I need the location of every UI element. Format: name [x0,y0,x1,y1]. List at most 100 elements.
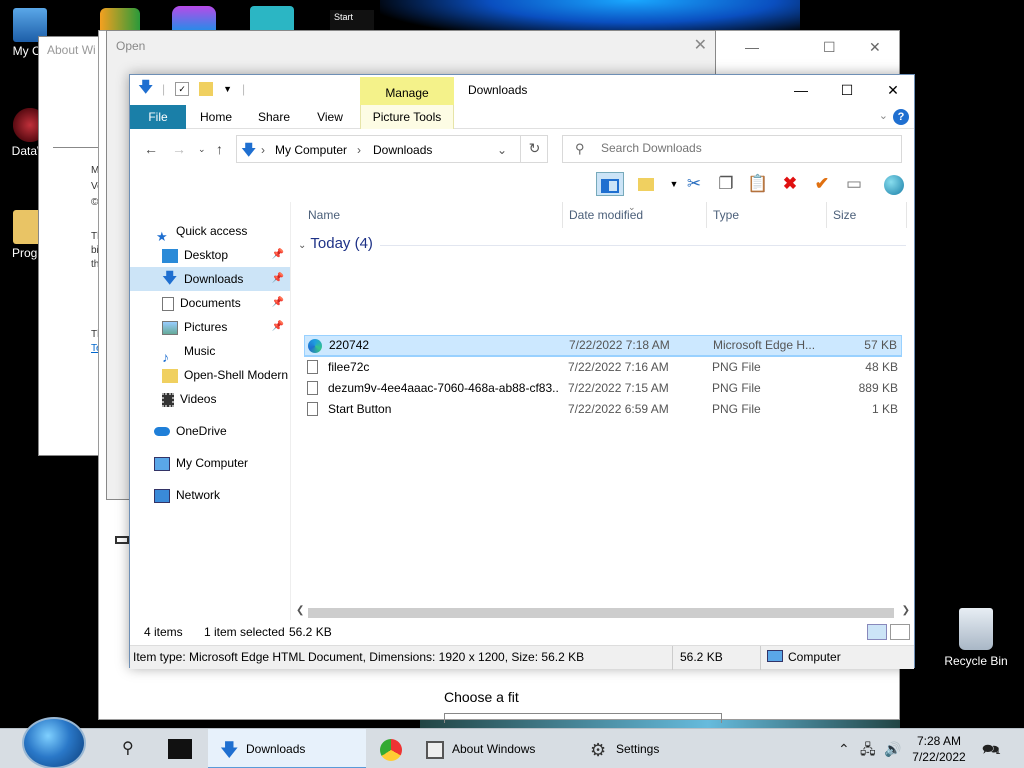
maximize-button[interactable]: ☐ [824,79,870,103]
nav-open-shell[interactable]: Open-Shell Modern [130,363,290,387]
notification-icon[interactable]: 🗪1 [982,729,1000,768]
nav-downloads[interactable]: 🡇 Downloads 📌 [130,267,290,291]
nav-desktop[interactable]: Desktop 📌 [130,243,290,267]
app-icon-cube[interactable] [250,6,294,32]
recent-locations-icon[interactable]: ⌄ [198,144,206,155]
new-folder-menu-icon[interactable] [634,172,658,196]
minimize-button[interactable]: — [778,79,824,103]
back-arrow-icon[interactable]: ← [144,141,158,157]
maximize-icon[interactable]: ☐ [823,39,836,56]
choose-fit-label: Choose a fit [444,689,519,705]
title-bar[interactable]: 🡇 | ✓ ▼ | Manage Downloads — ☐ ✕ [130,75,914,105]
forward-arrow-icon[interactable]: → [172,141,186,157]
png-file-icon [307,360,318,374]
horizontal-scrollbar[interactable]: ❮ ❯ [296,605,910,620]
paint-app-icon[interactable] [100,8,140,32]
file-row[interactable]: dezum9v-4ee4aaac-7060-468a-ab88-cf83... … [304,378,902,399]
nav-quick-access[interactable]: ★ Quick access [130,219,290,243]
file-row[interactable]: filee72c 7/22/2022 7:16 AM PNG File 48 K… [304,357,902,378]
address-dropdown-icon[interactable]: ⌄ [497,143,507,157]
volume-icon[interactable]: 🔊 [884,729,901,768]
nav-documents[interactable]: Documents 📌 [130,291,290,315]
taskbar-item-settings[interactable]: ⚙ Settings [584,729,694,768]
nav-onedrive[interactable]: OneDrive [130,419,290,443]
selection-size: 56.2 KB [289,625,332,639]
expand-ribbon-icon[interactable]: ⌄ [879,109,888,122]
close-button[interactable]: ✕ [870,79,916,103]
column-name[interactable]: Name [308,202,340,228]
manage-tab[interactable]: Manage [360,77,454,105]
cut-icon[interactable]: ✂ [682,172,706,196]
large-icons-view-icon[interactable] [890,624,910,640]
start-app-icon[interactable]: Start [330,10,374,32]
scrollbar-thumb[interactable] [308,608,894,618]
search-box[interactable]: ⚲ [562,135,902,163]
minimize-icon[interactable]: — [745,39,759,55]
properties-icon[interactable]: ✓ [175,82,190,96]
file-explorer-window[interactable]: 🡇 | ✓ ▼ | Manage Downloads — ☐ ✕ File Ho… [129,74,915,670]
show-hidden-icons-icon[interactable]: ⌃ [838,729,850,768]
new-folder-icon[interactable] [199,82,214,96]
chrome-icon[interactable] [380,739,402,761]
search-input[interactable] [601,141,881,155]
close-icon[interactable]: ✕ [694,35,707,55]
downloads-location-icon: 🡇 [241,142,257,159]
breadcrumb-my-computer[interactable]: My Computer [275,143,347,157]
tab-picture-tools[interactable]: Picture Tools [360,105,454,129]
taskbar-item-about-windows[interactable]: About Windows [420,729,570,768]
pin-icon: 📌 [271,321,284,332]
breadcrumb-downloads[interactable]: Downloads [373,143,432,157]
about-window-title: About Wi [47,43,96,57]
command-toolbar: ▼ ✂ ❐ 📋 ✖ ✔ ▭ [130,169,914,199]
details-view-icon[interactable] [867,624,887,640]
app-icon-purple[interactable] [172,6,216,32]
tab-share[interactable]: Share [248,105,300,129]
edge-icon [308,339,322,353]
rename-icon[interactable]: ▭ [842,172,866,196]
up-arrow-icon[interactable]: ↑ [216,141,223,157]
help-icon[interactable]: ? [893,109,909,125]
checkmark-icon[interactable]: ✔ [810,172,834,196]
nav-videos[interactable]: Videos [130,387,290,411]
preview-pane-icon[interactable] [596,172,624,196]
file-row[interactable]: Start Button 7/22/2022 6:59 AM PNG File … [304,399,902,420]
desktop-icon-recycle-bin[interactable]: Recycle Bin [940,608,1012,668]
taskbar: ⚲ 🡇 Downloads About Windows ⚙ Settings ⌃ 🖧… [0,717,1024,768]
search-icon: ⚲ [575,141,585,156]
column-type[interactable]: Type [713,202,739,228]
close-icon[interactable]: ✕ [869,39,881,56]
file-row[interactable]: 220742 7/22/2022 7:18 AM Microsoft Edge … [304,335,902,356]
scroll-right-icon[interactable]: ❯ [902,605,910,616]
network-icon [154,488,170,503]
file-list: Name Date modified ⌄ Type Size ⌄ Today (4… [296,202,910,607]
scroll-left-icon[interactable]: ❮ [296,605,304,616]
search-icon[interactable]: ⚲ [122,729,134,768]
refresh-button[interactable]: ↻ [520,135,548,163]
tab-file[interactable]: File [130,105,186,129]
nav-pictures[interactable]: Pictures 📌 [130,315,290,339]
clock[interactable]: 7:28 AM 7/22/2022 [908,733,970,765]
chevron-down-icon[interactable]: ▼ [223,84,232,94]
nav-network[interactable]: Network [130,483,290,507]
tab-home[interactable]: Home [190,105,242,129]
taskbar-item-downloads[interactable]: 🡇 Downloads [208,729,366,768]
document-icon [162,296,174,311]
pane-splitter[interactable] [290,202,291,620]
tab-view[interactable]: View [304,105,356,129]
address-bar[interactable]: 🡇 › My Computer › Downloads ⌄ [236,135,548,163]
network-tray-icon[interactable]: 🖧 [860,729,876,768]
group-header-today[interactable]: ⌄ Today (4) [298,235,373,252]
column-size[interactable]: Size [833,202,856,228]
address-row: ← → ⌄ ↑ 🡇 › My Computer › Downloads ⌄ ↻ … [130,129,914,169]
desktop-icon [162,248,178,263]
choose-fit-dropdown[interactable] [444,713,722,723]
delete-icon[interactable]: ✖ [778,172,802,196]
nav-my-computer[interactable]: My Computer [130,451,290,475]
nav-music[interactable]: ♪ Music [130,339,290,363]
start-button[interactable] [22,717,86,768]
group-divider [380,245,906,246]
globe-icon[interactable] [882,172,906,196]
start-app-taskbar-icon[interactable] [168,739,192,759]
copy-icon[interactable]: ❐ [714,172,738,196]
paste-icon[interactable]: 📋 [746,172,770,196]
